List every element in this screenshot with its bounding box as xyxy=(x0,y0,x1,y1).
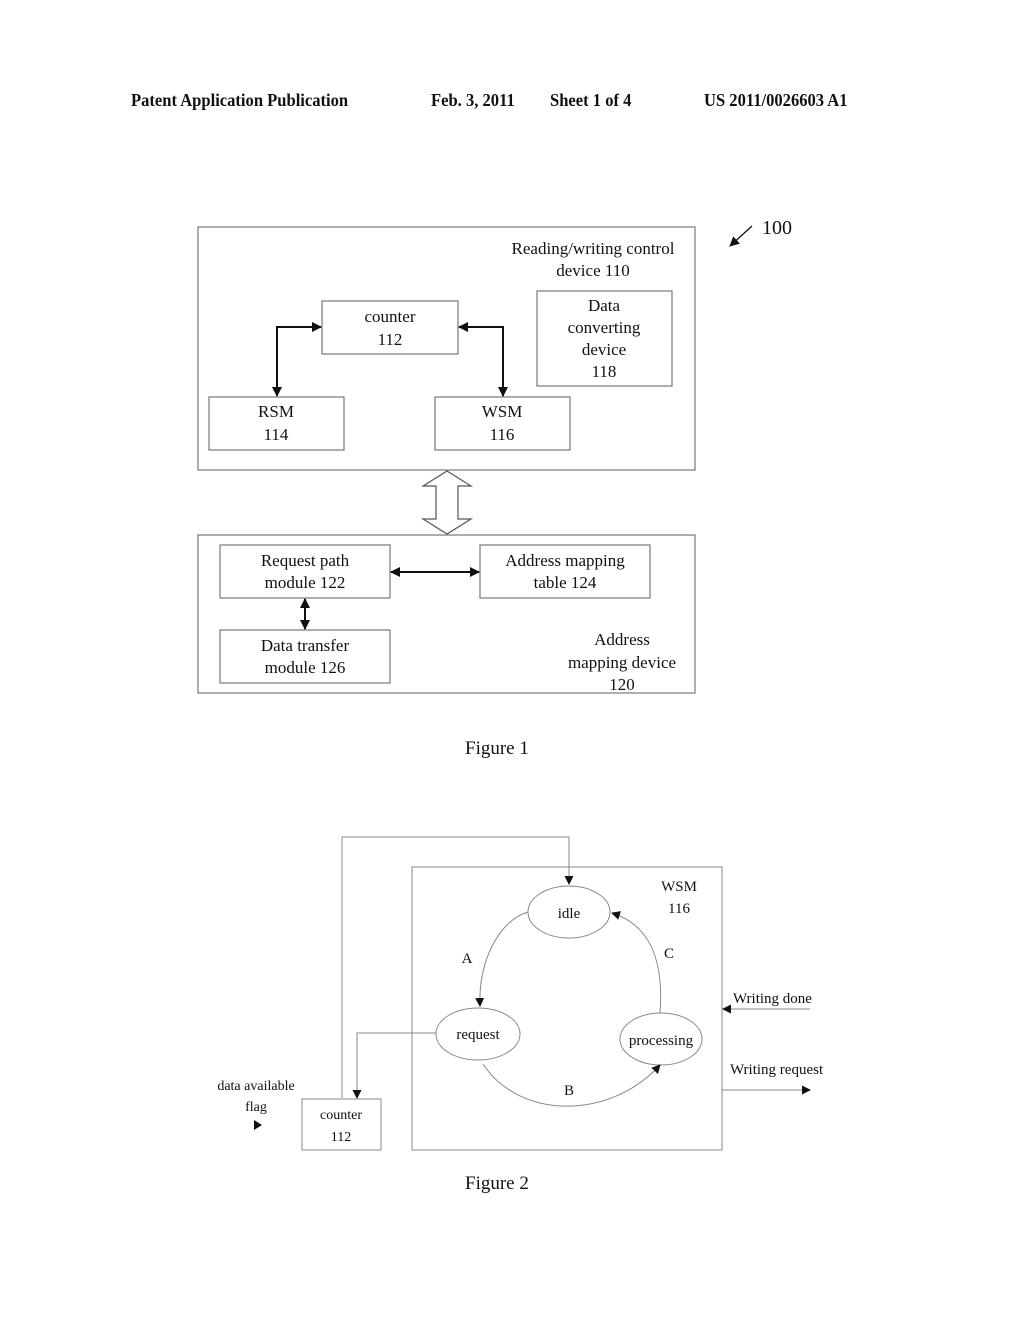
transition-a xyxy=(475,911,529,1007)
transition-a-label: A xyxy=(462,951,473,967)
counter-rsm-arrow xyxy=(272,322,322,397)
data-available-flag-arrow xyxy=(254,1120,262,1130)
data-converting-label-2: converting xyxy=(568,318,641,337)
rsm-label-2: 114 xyxy=(264,425,289,444)
data-transfer-label-2: module 126 xyxy=(265,658,346,677)
counter-to-idle-line xyxy=(341,836,574,1098)
rw-control-device-label-2: device 110 xyxy=(556,261,629,280)
data-converting-label-3: device xyxy=(582,340,626,359)
data-available-flag-label-2: flag xyxy=(245,1100,267,1115)
counter-label-1: counter xyxy=(365,307,416,326)
data-transfer-label-1: Data transfer xyxy=(261,636,350,655)
request-to-counter-line xyxy=(352,1032,436,1099)
transition-b-label: B xyxy=(564,1083,574,1099)
rw-control-device-label-1: Reading/writing control xyxy=(512,239,675,258)
fig2-counter-label-1: counter xyxy=(320,1108,362,1123)
request-path-label-2: module 122 xyxy=(265,573,346,592)
counter-wsm-arrow xyxy=(458,322,508,397)
address-mapping-device-label-3: 120 xyxy=(609,675,635,694)
address-mapping-device-label-1: Address xyxy=(594,630,650,649)
data-available-flag-label-1: data available xyxy=(217,1079,294,1094)
transition-c-label: C xyxy=(664,946,674,962)
rsm-label-1: RSM xyxy=(258,402,294,421)
figure-1-caption: Figure 1 xyxy=(465,738,529,759)
address-table-label-2: table 124 xyxy=(534,573,597,592)
writing-done-label: Writing done xyxy=(733,991,812,1007)
wsm-state-label-1: WSM xyxy=(661,879,697,895)
figure-2-caption: Figure 2 xyxy=(465,1173,529,1194)
ref-100-label: 100 xyxy=(762,217,792,239)
wsm-label-2: 116 xyxy=(490,425,515,444)
state-processing-label: processing xyxy=(629,1033,694,1049)
wsm-state-label-2: 116 xyxy=(668,901,690,917)
data-converting-label-4: 118 xyxy=(592,362,617,381)
ref-100-arrow xyxy=(729,225,753,247)
figure-1: 100 Reading/writing control device 110 c… xyxy=(197,217,792,694)
writing-request-label: Writing request xyxy=(730,1062,824,1078)
request-path-label-1: Request path xyxy=(261,551,350,570)
address-table-label-1: Address mapping xyxy=(505,551,625,570)
state-idle-label: idle xyxy=(558,906,581,922)
counter-label-2: 112 xyxy=(378,330,403,349)
figure-2: WSM 116 idle request processing A B C co… xyxy=(217,836,824,1151)
wsm-label-1: WSM xyxy=(482,402,523,421)
state-request-label: request xyxy=(456,1027,500,1043)
transition-c xyxy=(611,911,662,1014)
patent-drawing: 100 Reading/writing control device 110 c… xyxy=(197,217,824,1151)
fig2-counter-label-2: 112 xyxy=(331,1130,351,1145)
address-mapping-device-label-2: mapping device xyxy=(568,653,676,672)
data-converting-label-1: Data xyxy=(588,296,621,315)
bus-double-arrow xyxy=(420,470,474,535)
